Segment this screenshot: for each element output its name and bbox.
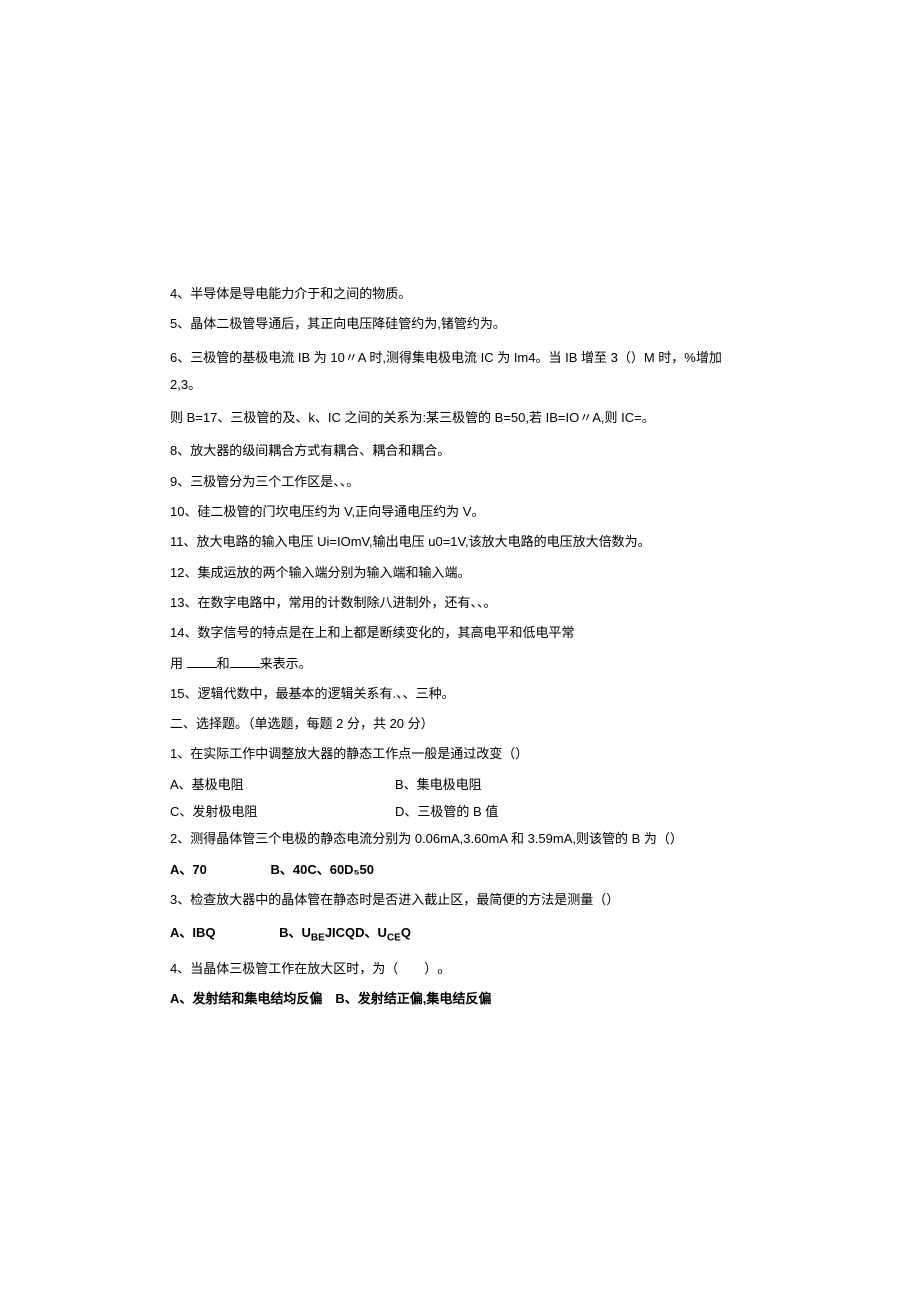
choice-q3-optB: B、UBEJICQD、UCEQ [279, 925, 411, 940]
choice-q4-optA: A、发射结和集电结均反偏 [170, 991, 322, 1006]
fill-blank-q14-line2: 用 和 来表示。 [170, 650, 750, 677]
choice-q3-stem: 3、检查放大器中的晶体管在静态时是否进入截止区，最简便的方法是测量（） [170, 886, 750, 913]
blank-underline [230, 655, 260, 668]
choice-q1-stem: 1、在实际工作中调整放大器的静态工作点一般是通过改变（） [170, 740, 750, 767]
choice-q2-optBCD: B、40C、60D₅50 [270, 862, 374, 877]
q3-optB-prefix: B、U [279, 925, 311, 940]
q14-prefix: 用 [170, 656, 187, 671]
fill-blank-q8: 8、放大器的级间耦合方式有耦合、耦合和耦合。 [170, 437, 750, 464]
choice-q3-options: A、IBQ B、UBEJICQD、UCEQ [170, 919, 750, 949]
choice-q1-optB: B、集电极电阻 [395, 771, 482, 798]
choice-q4-optB: B、发射结正偏,集电结反偏 [335, 991, 491, 1006]
q14-suffix: 来表示。 [260, 656, 312, 671]
section2-header: 二、选择题。（单选题，每题 2 分，共 20 分） [170, 710, 750, 737]
choice-q4-options: A、发射结和集电结均反偏 B、发射结正偏,集电结反偏 [170, 985, 750, 1012]
choice-q1-optC: C、发射极电阻 [170, 798, 395, 825]
q3-optB-mid: JICQD、U [325, 925, 387, 940]
q3-optB-sub1: BE [311, 933, 325, 944]
choice-q2-options: A、70 B、40C、60D₅50 [170, 856, 750, 883]
fill-blank-q11: 11、放大电路的输入电压 Ui=IOmV,输出电压 u0=1V,该放大电路的电压… [170, 528, 750, 555]
fill-blank-q10: 10、硅二极管的门坎电压约为 V,正向导通电压约为 V。 [170, 498, 750, 525]
q3-optB-suffix: Q [401, 925, 411, 940]
choice-q1-row2: C、发射极电阻 D、三极管的 B 值 [170, 798, 750, 825]
fill-blank-q5: 5、晶体二极管导通后，其正向电压降硅管约为,锗管约为。 [170, 310, 750, 337]
choice-q2-optA: A、70 [170, 862, 207, 877]
fill-blank-q12: 12、集成运放的两个输入端分别为输入端和输入端。 [170, 559, 750, 586]
fill-blank-q13: 13、在数字电路中，常用的计数制除八进制外，还有、、。 [170, 589, 750, 616]
fill-blank-q9: 9、三极管分为三个工作区是、、。 [170, 468, 750, 495]
choice-q3-optA: A、IBQ [170, 925, 216, 940]
choice-q2-stem: 2、测得晶体管三个电极的静态电流分别为 0.06mA,3.60mA 和 3.59… [170, 825, 750, 852]
fill-blank-q6-line1: 6、三极管的基极电流 IB 为 10〃A 时,测得集电极电流 IC 为 Im4。… [170, 344, 750, 399]
choice-q4-stem: 4、当晶体三极管工作在放大区时，为（ ）₀ [170, 955, 750, 982]
q3-optB-sub2: CE [387, 933, 401, 944]
fill-blank-q4: 4、半导体是导电能力介于和之间的物质。 [170, 280, 750, 307]
q14-mid: 和 [217, 656, 230, 671]
blank-underline [187, 655, 217, 668]
choice-q1-optD: D、三极管的 B 值 [395, 798, 498, 825]
choice-q1-optA: A、基极电阻 [170, 771, 395, 798]
choice-q1-row1: A、基极电阻 B、集电极电阻 [170, 771, 750, 798]
fill-blank-q15: 15、逻辑代数中，最基本的逻辑关系有.、、三种。 [170, 680, 750, 707]
fill-blank-q6-line2: 则 B=17、三极管的及、k、IC 之间的关系为:某三极管的 B=50,若 IB… [170, 404, 750, 431]
fill-blank-q14-line1: 14、数字信号的特点是在上和上都是断续变化的，其高电平和低电平常 [170, 619, 750, 646]
